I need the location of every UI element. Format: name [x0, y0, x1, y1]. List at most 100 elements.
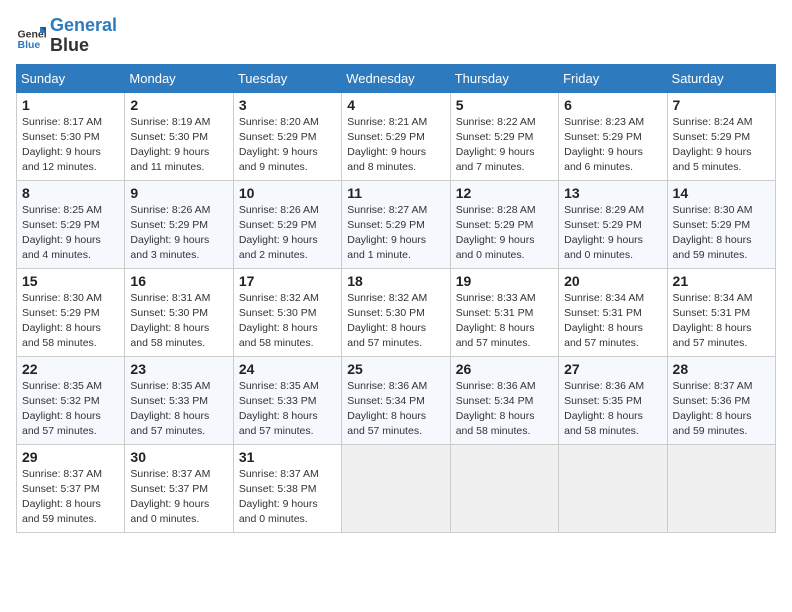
day-number: 19 [456, 273, 553, 289]
day-detail: Sunrise: 8:23 AMSunset: 5:29 PMDaylight:… [564, 115, 661, 176]
day-detail: Sunrise: 8:17 AMSunset: 5:30 PMDaylight:… [22, 115, 119, 176]
calendar-cell: 23 Sunrise: 8:35 AMSunset: 5:33 PMDaylig… [125, 356, 233, 444]
logo-text: GeneralBlue [50, 16, 117, 56]
calendar-week-5: 29 Sunrise: 8:37 AMSunset: 5:37 PMDaylig… [17, 444, 776, 532]
day-number: 17 [239, 273, 336, 289]
calendar-cell: 15 Sunrise: 8:30 AMSunset: 5:29 PMDaylig… [17, 268, 125, 356]
day-number: 4 [347, 97, 444, 113]
calendar-cell: 17 Sunrise: 8:32 AMSunset: 5:30 PMDaylig… [233, 268, 341, 356]
calendar-cell: 13 Sunrise: 8:29 AMSunset: 5:29 PMDaylig… [559, 180, 667, 268]
day-number: 3 [239, 97, 336, 113]
calendar-cell: 27 Sunrise: 8:36 AMSunset: 5:35 PMDaylig… [559, 356, 667, 444]
day-number: 31 [239, 449, 336, 465]
day-number: 23 [130, 361, 227, 377]
day-detail: Sunrise: 8:37 AMSunset: 5:37 PMDaylight:… [130, 467, 227, 528]
day-detail: Sunrise: 8:36 AMSunset: 5:34 PMDaylight:… [456, 379, 553, 440]
weekday-header-tuesday: Tuesday [233, 64, 341, 92]
day-number: 16 [130, 273, 227, 289]
weekday-header-friday: Friday [559, 64, 667, 92]
day-detail: Sunrise: 8:26 AMSunset: 5:29 PMDaylight:… [130, 203, 227, 264]
day-number: 10 [239, 185, 336, 201]
day-number: 29 [22, 449, 119, 465]
day-number: 5 [456, 97, 553, 113]
day-detail: Sunrise: 8:36 AMSunset: 5:34 PMDaylight:… [347, 379, 444, 440]
day-detail: Sunrise: 8:30 AMSunset: 5:29 PMDaylight:… [673, 203, 770, 264]
day-number: 2 [130, 97, 227, 113]
calendar-table: SundayMondayTuesdayWednesdayThursdayFrid… [16, 64, 776, 533]
weekday-header-monday: Monday [125, 64, 233, 92]
day-detail: Sunrise: 8:34 AMSunset: 5:31 PMDaylight:… [564, 291, 661, 352]
svg-text:Blue: Blue [18, 39, 41, 51]
day-detail: Sunrise: 8:26 AMSunset: 5:29 PMDaylight:… [239, 203, 336, 264]
day-number: 12 [456, 185, 553, 201]
calendar-cell: 10 Sunrise: 8:26 AMSunset: 5:29 PMDaylig… [233, 180, 341, 268]
day-number: 14 [673, 185, 770, 201]
day-detail: Sunrise: 8:36 AMSunset: 5:35 PMDaylight:… [564, 379, 661, 440]
calendar-cell [450, 444, 558, 532]
day-number: 9 [130, 185, 227, 201]
day-number: 26 [456, 361, 553, 377]
calendar-cell: 14 Sunrise: 8:30 AMSunset: 5:29 PMDaylig… [667, 180, 775, 268]
logo: General Blue GeneralBlue [16, 16, 117, 56]
day-number: 30 [130, 449, 227, 465]
day-number: 8 [22, 185, 119, 201]
day-number: 20 [564, 273, 661, 289]
calendar-cell: 19 Sunrise: 8:33 AMSunset: 5:31 PMDaylig… [450, 268, 558, 356]
calendar-week-3: 15 Sunrise: 8:30 AMSunset: 5:29 PMDaylig… [17, 268, 776, 356]
calendar-cell: 7 Sunrise: 8:24 AMSunset: 5:29 PMDayligh… [667, 92, 775, 180]
calendar-cell: 29 Sunrise: 8:37 AMSunset: 5:37 PMDaylig… [17, 444, 125, 532]
day-detail: Sunrise: 8:28 AMSunset: 5:29 PMDaylight:… [456, 203, 553, 264]
day-detail: Sunrise: 8:35 AMSunset: 5:33 PMDaylight:… [130, 379, 227, 440]
calendar-cell: 2 Sunrise: 8:19 AMSunset: 5:30 PMDayligh… [125, 92, 233, 180]
calendar-cell: 20 Sunrise: 8:34 AMSunset: 5:31 PMDaylig… [559, 268, 667, 356]
day-detail: Sunrise: 8:37 AMSunset: 5:37 PMDaylight:… [22, 467, 119, 528]
day-number: 11 [347, 185, 444, 201]
calendar-cell: 1 Sunrise: 8:17 AMSunset: 5:30 PMDayligh… [17, 92, 125, 180]
day-number: 1 [22, 97, 119, 113]
day-number: 13 [564, 185, 661, 201]
calendar-cell [559, 444, 667, 532]
calendar-cell: 12 Sunrise: 8:28 AMSunset: 5:29 PMDaylig… [450, 180, 558, 268]
weekday-header-thursday: Thursday [450, 64, 558, 92]
day-detail: Sunrise: 8:37 AMSunset: 5:36 PMDaylight:… [673, 379, 770, 440]
calendar-cell: 18 Sunrise: 8:32 AMSunset: 5:30 PMDaylig… [342, 268, 450, 356]
day-detail: Sunrise: 8:32 AMSunset: 5:30 PMDaylight:… [347, 291, 444, 352]
day-number: 6 [564, 97, 661, 113]
day-number: 27 [564, 361, 661, 377]
logo-icon: General Blue [16, 21, 46, 51]
day-number: 21 [673, 273, 770, 289]
weekday-header-wednesday: Wednesday [342, 64, 450, 92]
calendar-cell: 31 Sunrise: 8:37 AMSunset: 5:38 PMDaylig… [233, 444, 341, 532]
day-detail: Sunrise: 8:24 AMSunset: 5:29 PMDaylight:… [673, 115, 770, 176]
calendar-cell [667, 444, 775, 532]
weekday-header-saturday: Saturday [667, 64, 775, 92]
calendar-cell: 16 Sunrise: 8:31 AMSunset: 5:30 PMDaylig… [125, 268, 233, 356]
calendar-week-2: 8 Sunrise: 8:25 AMSunset: 5:29 PMDayligh… [17, 180, 776, 268]
calendar-cell: 30 Sunrise: 8:37 AMSunset: 5:37 PMDaylig… [125, 444, 233, 532]
day-number: 22 [22, 361, 119, 377]
day-detail: Sunrise: 8:32 AMSunset: 5:30 PMDaylight:… [239, 291, 336, 352]
calendar-cell: 5 Sunrise: 8:22 AMSunset: 5:29 PMDayligh… [450, 92, 558, 180]
day-detail: Sunrise: 8:35 AMSunset: 5:32 PMDaylight:… [22, 379, 119, 440]
calendar-cell: 3 Sunrise: 8:20 AMSunset: 5:29 PMDayligh… [233, 92, 341, 180]
calendar-cell: 11 Sunrise: 8:27 AMSunset: 5:29 PMDaylig… [342, 180, 450, 268]
calendar-cell: 25 Sunrise: 8:36 AMSunset: 5:34 PMDaylig… [342, 356, 450, 444]
day-detail: Sunrise: 8:35 AMSunset: 5:33 PMDaylight:… [239, 379, 336, 440]
day-detail: Sunrise: 8:19 AMSunset: 5:30 PMDaylight:… [130, 115, 227, 176]
calendar-cell [342, 444, 450, 532]
day-detail: Sunrise: 8:37 AMSunset: 5:38 PMDaylight:… [239, 467, 336, 528]
calendar-week-4: 22 Sunrise: 8:35 AMSunset: 5:32 PMDaylig… [17, 356, 776, 444]
calendar-cell: 24 Sunrise: 8:35 AMSunset: 5:33 PMDaylig… [233, 356, 341, 444]
day-detail: Sunrise: 8:27 AMSunset: 5:29 PMDaylight:… [347, 203, 444, 264]
calendar-cell: 6 Sunrise: 8:23 AMSunset: 5:29 PMDayligh… [559, 92, 667, 180]
calendar-cell: 22 Sunrise: 8:35 AMSunset: 5:32 PMDaylig… [17, 356, 125, 444]
day-number: 18 [347, 273, 444, 289]
day-detail: Sunrise: 8:22 AMSunset: 5:29 PMDaylight:… [456, 115, 553, 176]
day-number: 7 [673, 97, 770, 113]
calendar-week-1: 1 Sunrise: 8:17 AMSunset: 5:30 PMDayligh… [17, 92, 776, 180]
calendar-cell: 4 Sunrise: 8:21 AMSunset: 5:29 PMDayligh… [342, 92, 450, 180]
calendar-cell: 26 Sunrise: 8:36 AMSunset: 5:34 PMDaylig… [450, 356, 558, 444]
day-detail: Sunrise: 8:20 AMSunset: 5:29 PMDaylight:… [239, 115, 336, 176]
day-number: 25 [347, 361, 444, 377]
calendar-cell: 21 Sunrise: 8:34 AMSunset: 5:31 PMDaylig… [667, 268, 775, 356]
